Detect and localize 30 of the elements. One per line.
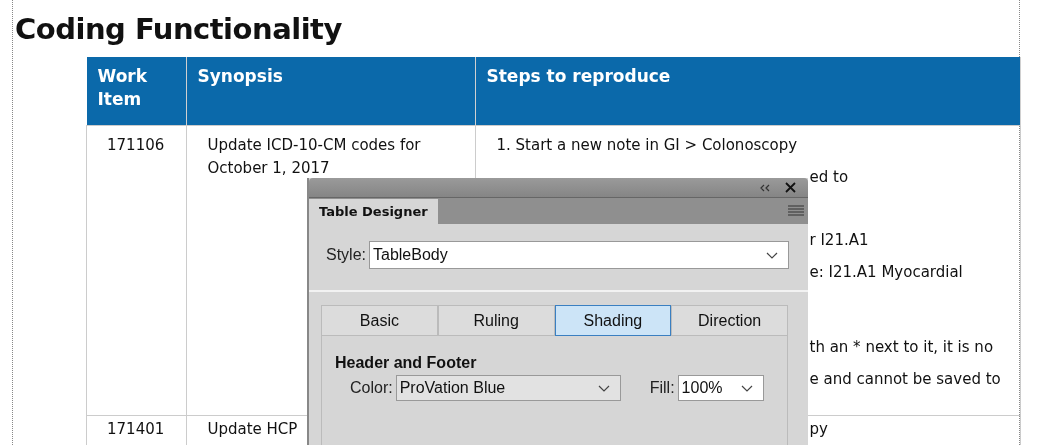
chevron-icon — [597, 384, 610, 392]
step-text: th an * next to it, it is no — [809, 338, 994, 356]
tab[interactable]: Shading — [554, 305, 672, 336]
step-text: py — [809, 420, 828, 438]
column-header: Synopsis — [186, 57, 475, 126]
column-header: Work Item — [86, 57, 186, 126]
close-icon[interactable] — [785, 182, 796, 193]
column-header: Steps to reproduce — [475, 57, 1021, 126]
table-cell: 171401 — [86, 415, 186, 445]
fill-dropdown[interactable]: 100% — [677, 375, 764, 401]
tab[interactable]: Basic — [321, 305, 438, 336]
color-label: Color: — [350, 379, 393, 397]
tab[interactable]: Direction — [671, 305, 788, 336]
step-text: 1. Start a new note in GI > Colonoscopy — [496, 136, 798, 154]
collapse-icon[interactable] — [759, 183, 771, 192]
step-text: ed to — [809, 168, 849, 186]
panel-tab[interactable]: Table Designer — [309, 199, 438, 224]
step-text: e: I21.A1 Myocardial — [809, 263, 963, 281]
style-dropdown[interactable]: TableBody — [369, 241, 789, 269]
step-text: e and cannot be saved to — [809, 370, 1001, 388]
color-dropdown[interactable]: ProVation Blue — [395, 375, 621, 401]
step-text: r I21.A1 — [809, 231, 869, 249]
document-title: Coding Functionality — [14, 11, 343, 48]
style-label: Style: — [326, 246, 366, 264]
fill-label: Fill: — [649, 379, 675, 397]
chevron-icon — [766, 251, 778, 259]
chevron-icon — [740, 384, 753, 392]
section-heading: Header and Footer — [335, 354, 478, 372]
table-cell: 171106 — [86, 125, 186, 416]
tab[interactable]: Ruling — [437, 305, 555, 336]
